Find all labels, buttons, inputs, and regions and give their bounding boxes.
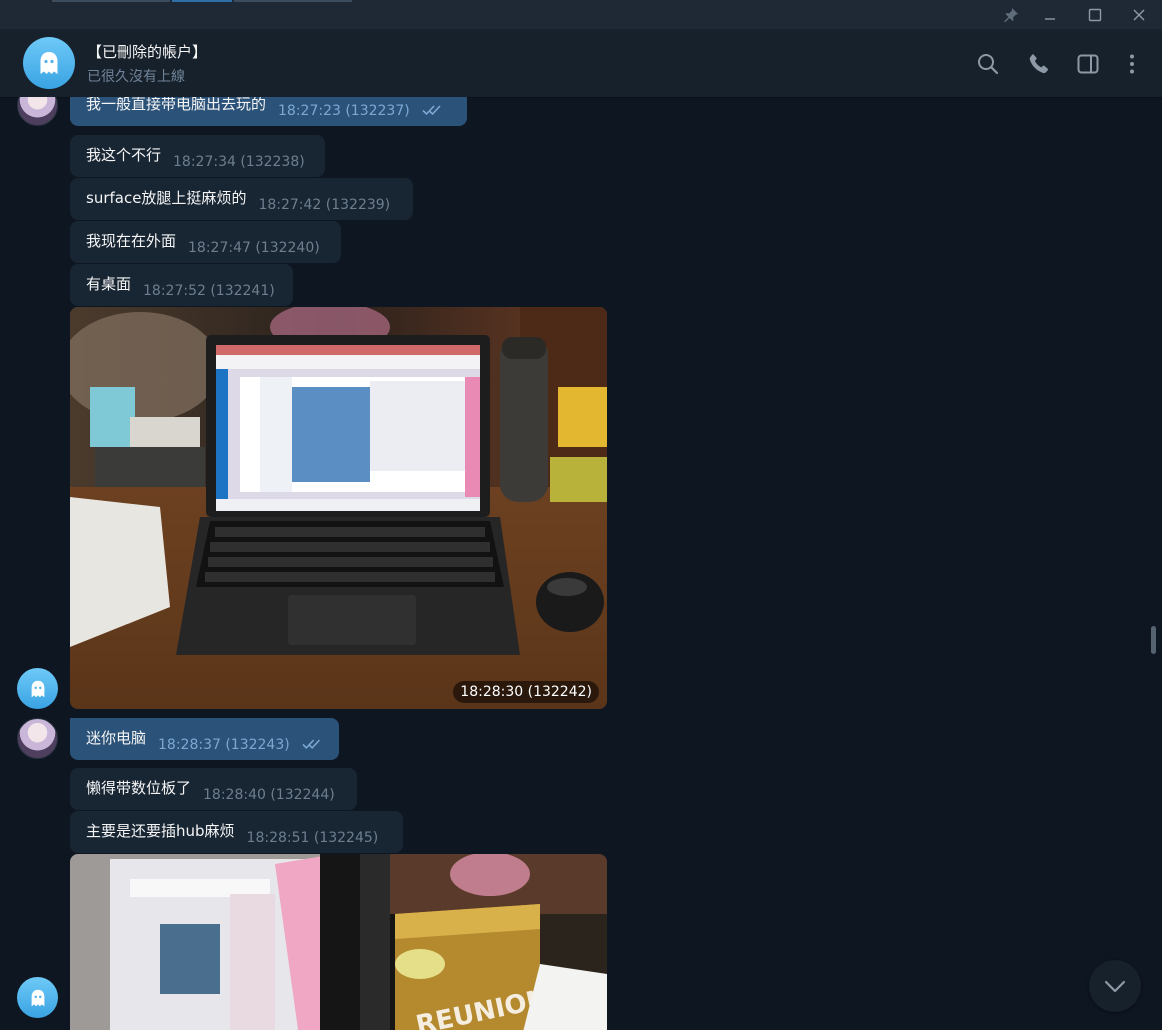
photo-message[interactable]: 18:28:30 (132242) — [70, 307, 607, 709]
message-bubble[interactable]: surface放腿上挺麻烦的 18:27:42 (132239) — [70, 178, 413, 220]
message-text: 迷你电脑 — [86, 728, 147, 747]
sidebar-icon — [1077, 54, 1099, 74]
sidebar-toggle-button[interactable] — [1075, 51, 1101, 77]
avatar[interactable] — [17, 668, 58, 709]
message-text: surface放腿上挺麻烦的 — [86, 188, 247, 207]
message-bubble[interactable]: 我一般直接带电脑出去玩的 18:27:23 (132237) — [70, 97, 467, 126]
chat-status: 已很久沒有上線 — [87, 69, 185, 85]
phone-icon — [1029, 54, 1048, 74]
message-time: 18:28:51 (132245) — [246, 830, 379, 846]
more-button[interactable] — [1119, 51, 1145, 77]
read-ticks-icon — [302, 739, 320, 749]
close-button[interactable] — [1125, 3, 1153, 27]
message-text: 我现在在外面 — [86, 231, 177, 250]
avatar[interactable] — [17, 97, 58, 126]
message-bubble[interactable]: 懒得带数位板了 18:28:40 (132244) — [70, 768, 357, 810]
message-text: 我这个不行 — [86, 145, 162, 164]
message-time: 18:28:37 (132243) — [158, 737, 290, 753]
read-ticks-icon — [422, 105, 441, 116]
chevron-down-icon — [1104, 980, 1126, 993]
scroll-to-bottom-button[interactable] — [1089, 960, 1141, 1012]
pin-button[interactable] — [997, 3, 1025, 27]
message-time: 18:27:52 (132241) — [143, 283, 275, 299]
message-text: 主要是还要插hub麻烦 — [86, 821, 235, 840]
maximize-icon — [1088, 8, 1102, 22]
tablet-photo: REUNION — [70, 854, 607, 1030]
pin-icon — [1004, 8, 1018, 22]
message-text: 我一般直接带电脑出去玩的 — [86, 97, 267, 113]
message-text: 懒得带数位板了 — [86, 778, 192, 797]
minimize-icon — [1045, 18, 1055, 20]
message-list[interactable]: 我一般直接带电脑出去玩的 18:27:23 (132237) 我这个不行 18:… — [0, 97, 1162, 1030]
close-icon — [1133, 9, 1145, 21]
message-text: 有桌面 — [86, 274, 132, 293]
minimize-button[interactable] — [1036, 3, 1064, 27]
search-icon — [978, 54, 999, 75]
window-tab-active[interactable] — [172, 0, 232, 2]
message-time: 18:27:34 (132238) — [173, 154, 305, 170]
maximize-button[interactable] — [1081, 3, 1109, 27]
chat-header: 【已刪除的帳户】 已很久沒有上線 — [0, 29, 1162, 98]
message-bubble[interactable]: 主要是还要插hub麻烦 18:28:51 (132245) — [70, 811, 403, 853]
avatar[interactable] — [17, 718, 58, 759]
message-bubble[interactable]: 有桌面 18:27:52 (132241) — [70, 264, 293, 306]
window-tab[interactable] — [52, 0, 170, 2]
chat-title[interactable]: 【已刪除的帳户】 — [87, 41, 207, 62]
window-titlebar — [0, 0, 1162, 29]
more-icon — [1130, 54, 1134, 74]
message-time: 18:28:40 (132244) — [203, 787, 335, 803]
laptop-photo — [70, 307, 607, 709]
message-bubble[interactable]: 我现在在外面 18:27:47 (132240) — [70, 221, 341, 263]
search-button[interactable] — [975, 51, 1001, 77]
message-time: 18:27:47 (132240) — [188, 240, 320, 256]
message-time: 18:27:23 (132237) — [278, 103, 410, 119]
photo-message[interactable]: REUNION — [70, 854, 607, 1030]
message-bubble[interactable]: 我这个不行 18:27:34 (132238) — [70, 135, 325, 177]
ghost-icon — [31, 680, 44, 697]
avatar[interactable] — [23, 37, 75, 89]
photo-time: 18:28:30 (132242) — [453, 681, 599, 703]
ghost-icon — [31, 989, 44, 1006]
call-button[interactable] — [1026, 51, 1052, 77]
avatar[interactable] — [17, 977, 58, 1018]
message-bubble[interactable]: 迷你电脑 18:28:37 (132243) — [70, 718, 339, 760]
scrollbar[interactable] — [1151, 626, 1156, 654]
message-time: 18:27:42 (132239) — [258, 197, 391, 213]
ghost-icon — [40, 52, 58, 74]
window-tab[interactable] — [234, 0, 352, 2]
